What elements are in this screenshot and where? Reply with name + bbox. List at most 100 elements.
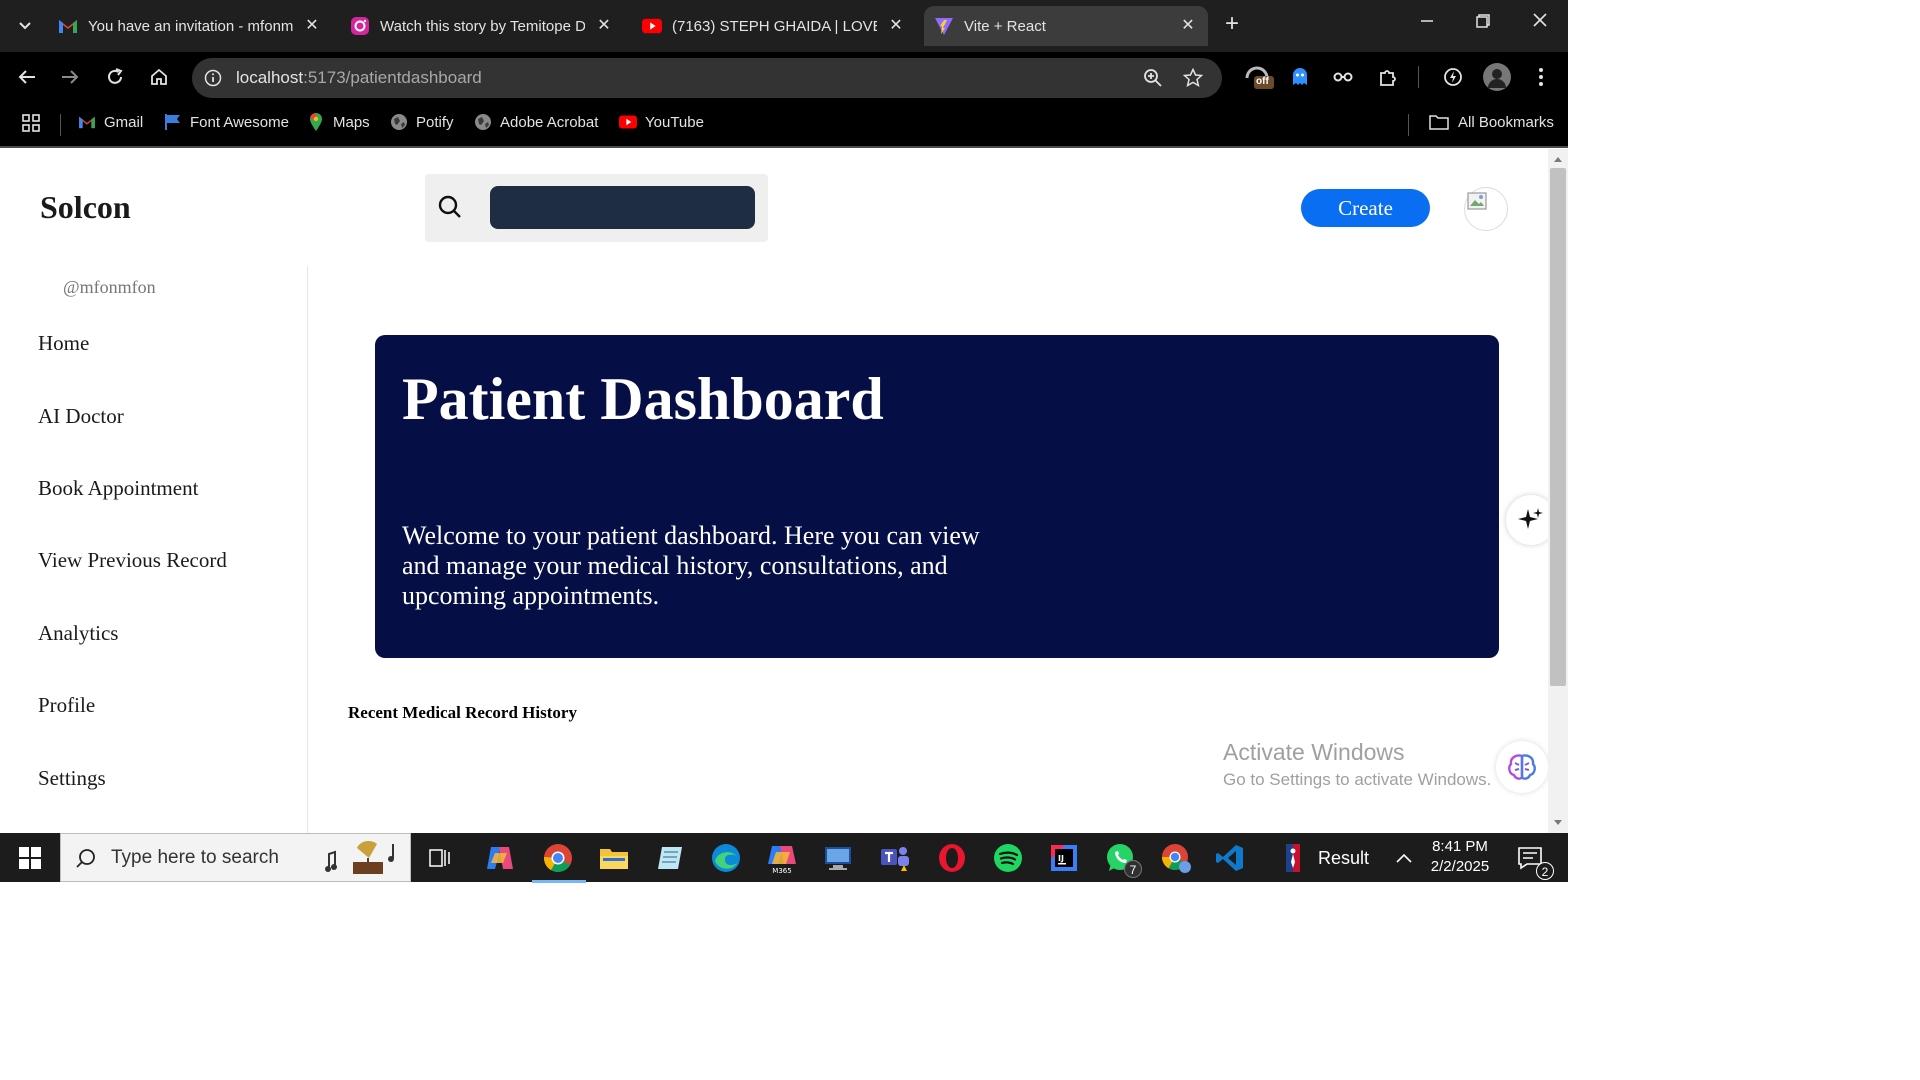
taskbar-clock[interactable]: 8:41 PM 2/2/2025 [1416,837,1504,877]
vite-icon [934,16,954,36]
bookmarks-divider [60,114,61,136]
user-avatar[interactable] [1464,187,1508,231]
tab-search-chevron-icon[interactable] [12,12,38,38]
profile-avatar-icon[interactable] [1483,63,1511,91]
tab-gmail[interactable]: You have an invitation - mfonm ✕ [50,6,332,46]
bookmark-gmail[interactable]: Gmail [78,113,143,131]
bookmark-adobe-acrobat[interactable]: Adobe Acrobat [474,113,598,131]
search-input[interactable] [490,186,755,229]
create-button[interactable]: Create [1301,189,1430,227]
ghost-extension-icon[interactable] [1287,64,1313,90]
notification-center-icon[interactable]: 2 [1512,840,1554,880]
bookmark-font-awesome[interactable]: Font Awesome [164,113,289,131]
taskbar-search[interactable]: Type here to search [60,833,411,882]
bookmark-label: Potify [416,113,454,131]
extensions-puzzle-icon[interactable] [1375,64,1401,90]
all-bookmarks-label: All Bookmarks [1458,113,1554,131]
windows-start-icon[interactable] [12,840,48,876]
search-bar [425,174,768,242]
bookmark-youtube[interactable]: YouTube [619,113,704,131]
section-title-recent-records: Recent Medical Record History [348,703,577,722]
tab-title: Vite + React [964,17,1046,35]
bookmark-label: Maps [333,113,370,131]
bookmark-potify[interactable]: Potify [390,113,454,131]
ai-sparkle-button[interactable] [1506,495,1548,545]
toolbar-divider [1418,66,1419,88]
bookmark-star-icon[interactable] [1182,67,1204,89]
forward-arrow-icon[interactable] [57,64,83,90]
tab-vite-react[interactable]: Vite + React ✕ [924,6,1208,46]
sidebar-item-view-previous-record[interactable]: View Previous Record [38,548,227,573]
home-icon[interactable] [146,64,172,90]
sidebar-item-profile[interactable]: Profile [38,693,95,718]
apps-grid-icon[interactable] [22,114,40,132]
reload-icon[interactable] [102,64,128,90]
watermark-title: Activate Windows [1223,739,1405,765]
glasses-extension-icon[interactable] [1330,64,1356,90]
hero-description: Welcome to your patient dashboard. Here … [402,521,980,610]
tab-title: (7163) STEPH GHAIDA | LOVE & [672,17,877,35]
address-bar[interactable]: localhost:5173/patientdashboard [192,58,1222,98]
teams-icon[interactable] [877,840,913,876]
intellij-icon[interactable]: IJ [1046,840,1082,876]
restore-icon[interactable] [1470,12,1496,33]
file-explorer-icon[interactable] [596,840,632,876]
scroll-thumb[interactable] [1550,168,1566,686]
notepad-icon[interactable] [652,840,688,876]
whatsapp-icon[interactable]: 7 [1102,840,1142,878]
close-tab-icon[interactable]: ✕ [886,16,906,36]
tab-youtube[interactable]: (7163) STEPH GHAIDA | LOVE & ✕ [634,6,916,46]
gramophone-icon [323,838,405,880]
opera-icon[interactable] [934,840,970,876]
sidebar-item-ai-doctor[interactable]: AI Doctor [38,404,124,429]
svg-text:IJ: IJ [1058,854,1064,863]
zoom-icon[interactable] [1142,67,1164,89]
close-window-icon[interactable] [1527,12,1553,33]
browser-toolbar: localhost:5173/patientdashboard off [0,52,1568,102]
performance-icon[interactable] [1440,64,1466,90]
task-view-icon[interactable] [422,840,458,876]
url-path: :5173/patientdashboard [303,68,482,87]
search-icon [75,847,97,869]
sidebar-divider [307,266,308,833]
windows-taskbar: Type here to search M365 IJ 7 Result 8:4… [0,833,1568,883]
chrome-profile-icon[interactable] [1158,840,1194,876]
sidebar-item-analytics[interactable]: Analytics [38,621,118,646]
activate-windows-watermark: Activate Windows Go to Settings to activ… [1223,739,1491,790]
back-arrow-icon[interactable] [14,64,40,90]
brain-icon [1508,754,1536,780]
bookmark-maps[interactable]: Maps [307,113,370,131]
map-pin-icon [307,113,325,131]
scroll-down-icon[interactable] [1553,819,1563,827]
microsoft-365-icon[interactable]: M365 [764,840,800,876]
edge-icon[interactable] [708,840,744,876]
assistant-brain-button[interactable] [1496,741,1548,793]
sidebar-item-book-appointment[interactable]: Book Appointment [38,476,198,501]
brand-logo[interactable]: Solcon [40,189,131,226]
minimize-icon[interactable] [1414,12,1440,33]
close-tab-icon[interactable]: ✕ [1178,16,1198,36]
nba-icon[interactable] [1278,840,1308,876]
tray-result-label[interactable]: Result [1318,848,1369,869]
spotify-icon[interactable] [990,840,1026,876]
copilot-icon[interactable] [482,840,518,876]
close-tab-icon[interactable]: ✕ [302,16,322,36]
tab-title: You have an invitation - mfonm [88,17,293,35]
new-tab-plus-icon[interactable]: + [1219,10,1245,38]
scroll-up-icon[interactable] [1553,155,1563,163]
menu-kebab-icon[interactable] [1528,64,1554,90]
extension-off-icon[interactable]: off [1244,64,1274,90]
youtube-icon [642,16,662,36]
tab-instagram[interactable]: Watch this story by Temitope D ✕ [342,6,624,46]
sidebar-item-home[interactable]: Home [38,331,89,356]
vscode-icon[interactable] [1212,840,1248,876]
sidebar-item-settings[interactable]: Settings [38,766,106,791]
svg-text:M365: M365 [772,867,791,874]
all-bookmarks[interactable]: All Bookmarks [1428,113,1554,131]
search-icon[interactable] [437,194,463,220]
bookmark-label: Font Awesome [190,113,289,131]
close-tab-icon[interactable]: ✕ [594,16,614,36]
site-info-icon[interactable] [202,67,224,89]
remote-desktop-icon[interactable] [820,840,856,876]
chrome-taskbar-icon[interactable] [532,840,586,883]
